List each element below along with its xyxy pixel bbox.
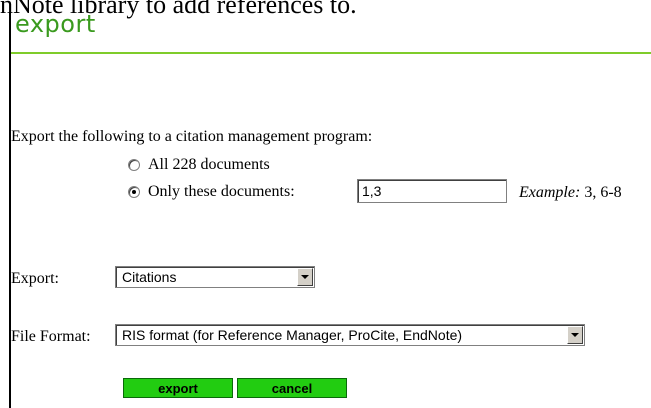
file-format-label: File Format:: [11, 328, 91, 345]
file-format-select-value: RIS format (for Reference Manager, ProCi…: [122, 327, 463, 343]
chevron-down-icon[interactable]: [567, 326, 583, 344]
example-label: Example:: [519, 184, 581, 201]
chevron-down-icon[interactable]: [297, 268, 313, 286]
export-button[interactable]: export: [123, 378, 233, 398]
intro-text: Export the following to a citation manag…: [11, 128, 373, 145]
cancel-button[interactable]: cancel: [237, 378, 347, 398]
export-select-value: Citations: [122, 269, 177, 285]
export-select[interactable]: Citations: [115, 266, 315, 288]
option-selected-documents[interactable]: Only these documents:: [128, 183, 295, 201]
export-label: Export:: [11, 270, 59, 287]
radio-selected-documents[interactable]: [128, 186, 140, 198]
option-all-label: All 228 documents: [148, 156, 270, 173]
example-value: 3, 6-8: [580, 184, 622, 201]
file-format-select[interactable]: RIS format (for Reference Manager, ProCi…: [115, 324, 585, 346]
radio-all-documents[interactable]: [128, 159, 140, 171]
title-divider: [11, 52, 651, 54]
page-title: export: [15, 10, 96, 38]
option-selected-label: Only these documents:: [148, 183, 295, 200]
example-hint: Example: 3, 6-8: [519, 184, 622, 202]
documents-input[interactable]: [357, 179, 507, 203]
export-panel: export Export the following to a citatio…: [9, 10, 651, 408]
option-all-documents[interactable]: All 228 documents: [128, 156, 270, 174]
